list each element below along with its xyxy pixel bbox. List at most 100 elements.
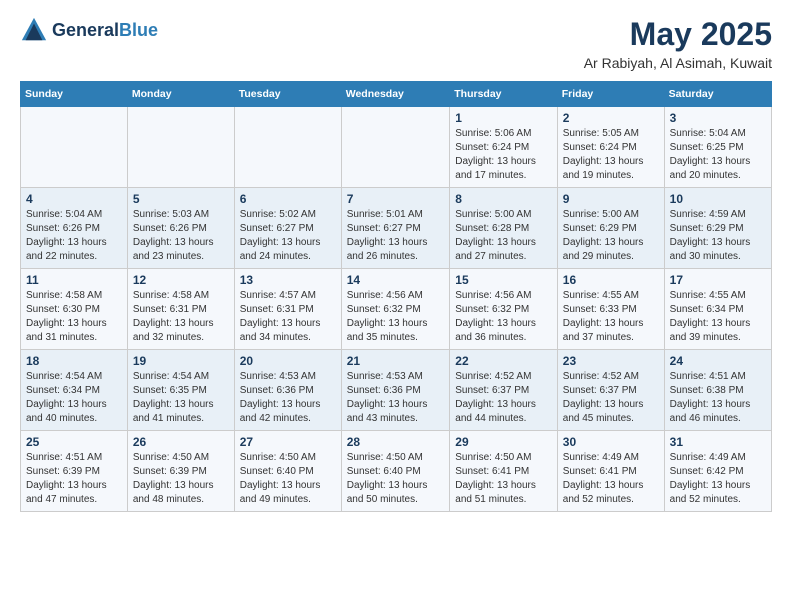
calendar-cell: 10Sunrise: 4:59 AMSunset: 6:29 PMDayligh… xyxy=(664,188,771,269)
day-number: 2 xyxy=(563,111,659,125)
day-number: 21 xyxy=(347,354,445,368)
day-detail: Sunrise: 4:54 AMSunset: 6:34 PMDaylight:… xyxy=(26,370,122,426)
logo-icon xyxy=(20,16,48,44)
weekday-tuesday: Tuesday xyxy=(234,82,341,107)
day-number: 22 xyxy=(455,354,552,368)
title-block: May 2025 Ar Rabiyah, Al Asimah, Kuwait xyxy=(584,16,772,71)
calendar-cell xyxy=(234,107,341,188)
calendar-cell: 15 Sunrise: 4:56 AMSunset: 6:32 PMDayligh… xyxy=(450,269,558,350)
day-detail: Sunrise: 4:52 AMSunset: 6:37 PMDaylight:… xyxy=(563,370,659,426)
day-detail: Sunrise: 5:06 AMSunset: 6:24 PMDaylight:… xyxy=(455,127,552,183)
calendar-cell: 1 Sunrise: 5:06 AMSunset: 6:24 PMDaylight… xyxy=(450,107,558,188)
weekday-monday: Monday xyxy=(127,82,234,107)
day-detail: Sunrise: 4:56 AMSunset: 6:32 PMDaylight:… xyxy=(455,289,552,345)
weekday-header-row: SundayMondayTuesdayWednesdayThursdayFrid… xyxy=(21,82,772,107)
calendar-cell: 17 Sunrise: 4:55 AMSunset: 6:34 PMDayligh… xyxy=(664,269,771,350)
day-detail: Sunrise: 4:50 AMSunset: 6:40 PMDaylight:… xyxy=(240,451,336,507)
day-detail: Sunrise: 4:58 AMSunset: 6:31 PMDaylight:… xyxy=(133,289,229,345)
calendar-cell: 25Sunrise: 4:51 AMSunset: 6:39 PMDayligh… xyxy=(21,431,128,512)
calendar-cell: 22 Sunrise: 4:52 AMSunset: 6:37 PMDayligh… xyxy=(450,350,558,431)
calendar-week-4: 18 Sunrise: 4:54 AMSunset: 6:34 PMDayligh… xyxy=(21,350,772,431)
calendar-cell: 14Sunrise: 4:56 AMSunset: 6:32 PMDayligh… xyxy=(341,269,450,350)
day-number: 15 xyxy=(455,273,552,287)
day-number: 5 xyxy=(133,192,229,206)
day-detail: Sunrise: 5:04 AMSunset: 6:26 PMDaylight:… xyxy=(26,208,122,264)
day-number: 28 xyxy=(347,435,445,449)
day-detail: Sunrise: 5:04 AMSunset: 6:25 PMDaylight:… xyxy=(670,127,766,183)
weekday-saturday: Saturday xyxy=(664,82,771,107)
day-number: 30 xyxy=(563,435,659,449)
day-detail: Sunrise: 4:52 AMSunset: 6:37 PMDaylight:… xyxy=(455,370,552,426)
calendar-cell: 7 Sunrise: 5:01 AMSunset: 6:27 PMDaylight… xyxy=(341,188,450,269)
day-number: 20 xyxy=(240,354,336,368)
calendar-table: SundayMondayTuesdayWednesdayThursdayFrid… xyxy=(20,81,772,512)
day-number: 17 xyxy=(670,273,766,287)
calendar-cell: 5 Sunrise: 5:03 AMSunset: 6:26 PMDaylight… xyxy=(127,188,234,269)
day-number: 23 xyxy=(563,354,659,368)
day-detail: Sunrise: 4:50 AMSunset: 6:41 PMDaylight:… xyxy=(455,451,552,507)
calendar-cell: 28 Sunrise: 4:50 AMSunset: 6:40 PMDayligh… xyxy=(341,431,450,512)
day-detail: Sunrise: 4:56 AMSunset: 6:32 PMDaylight:… xyxy=(347,289,445,345)
calendar-cell: 3 Sunrise: 5:04 AMSunset: 6:25 PMDaylight… xyxy=(664,107,771,188)
calendar-cell: 4Sunrise: 5:04 AMSunset: 6:26 PMDaylight… xyxy=(21,188,128,269)
calendar-cell: 29 Sunrise: 4:50 AMSunset: 6:41 PMDayligh… xyxy=(450,431,558,512)
day-number: 3 xyxy=(670,111,766,125)
day-detail: Sunrise: 4:57 AMSunset: 6:31 PMDaylight:… xyxy=(240,289,336,345)
day-number: 6 xyxy=(240,192,336,206)
calendar-cell: 18 Sunrise: 4:54 AMSunset: 6:34 PMDayligh… xyxy=(21,350,128,431)
calendar-cell xyxy=(341,107,450,188)
calendar-cell: 31 Sunrise: 4:49 AMSunset: 6:42 PMDayligh… xyxy=(664,431,771,512)
calendar-cell: 13 Sunrise: 4:57 AMSunset: 6:31 PMDayligh… xyxy=(234,269,341,350)
day-detail: Sunrise: 4:49 AMSunset: 6:41 PMDaylight:… xyxy=(563,451,659,507)
day-number: 24 xyxy=(670,354,766,368)
calendar-week-1: 1 Sunrise: 5:06 AMSunset: 6:24 PMDaylight… xyxy=(21,107,772,188)
day-detail: Sunrise: 4:55 AMSunset: 6:33 PMDaylight:… xyxy=(563,289,659,345)
day-detail: Sunrise: 4:51 AMSunset: 6:39 PMDaylight:… xyxy=(26,451,122,507)
day-detail: Sunrise: 5:03 AMSunset: 6:26 PMDaylight:… xyxy=(133,208,229,264)
calendar-body: 1 Sunrise: 5:06 AMSunset: 6:24 PMDaylight… xyxy=(21,107,772,512)
day-detail: Sunrise: 4:53 AMSunset: 6:36 PMDaylight:… xyxy=(240,370,336,426)
calendar-cell: 2 Sunrise: 5:05 AMSunset: 6:24 PMDaylight… xyxy=(557,107,664,188)
day-detail: Sunrise: 4:58 AMSunset: 6:30 PMDaylight:… xyxy=(26,289,122,345)
weekday-wednesday: Wednesday xyxy=(341,82,450,107)
weekday-sunday: Sunday xyxy=(21,82,128,107)
day-detail: Sunrise: 5:05 AMSunset: 6:24 PMDaylight:… xyxy=(563,127,659,183)
day-number: 12 xyxy=(133,273,229,287)
day-detail: Sunrise: 4:53 AMSunset: 6:36 PMDaylight:… xyxy=(347,370,445,426)
day-number: 29 xyxy=(455,435,552,449)
day-number: 31 xyxy=(670,435,766,449)
calendar-cell xyxy=(21,107,128,188)
day-number: 26 xyxy=(133,435,229,449)
calendar-cell: 11Sunrise: 4:58 AMSunset: 6:30 PMDayligh… xyxy=(21,269,128,350)
day-detail: Sunrise: 5:00 AMSunset: 6:29 PMDaylight:… xyxy=(563,208,659,264)
day-detail: Sunrise: 4:51 AMSunset: 6:38 PMDaylight:… xyxy=(670,370,766,426)
logo-text-general: General xyxy=(52,20,119,40)
day-number: 9 xyxy=(563,192,659,206)
day-number: 18 xyxy=(26,354,122,368)
calendar-cell: 27Sunrise: 4:50 AMSunset: 6:40 PMDayligh… xyxy=(234,431,341,512)
day-number: 7 xyxy=(347,192,445,206)
day-detail: Sunrise: 4:49 AMSunset: 6:42 PMDaylight:… xyxy=(670,451,766,507)
calendar-cell: 12 Sunrise: 4:58 AMSunset: 6:31 PMDayligh… xyxy=(127,269,234,350)
calendar-cell: 26 Sunrise: 4:50 AMSunset: 6:39 PMDayligh… xyxy=(127,431,234,512)
day-number: 13 xyxy=(240,273,336,287)
weekday-friday: Friday xyxy=(557,82,664,107)
calendar-cell: 16 Sunrise: 4:55 AMSunset: 6:33 PMDayligh… xyxy=(557,269,664,350)
month-title: May 2025 xyxy=(584,16,772,53)
day-detail: Sunrise: 4:55 AMSunset: 6:34 PMDaylight:… xyxy=(670,289,766,345)
page-header: GeneralBlue May 2025 Ar Rabiyah, Al Asim… xyxy=(20,16,772,71)
calendar-cell: 8Sunrise: 5:00 AMSunset: 6:28 PMDaylight… xyxy=(450,188,558,269)
calendar-cell: 21 Sunrise: 4:53 AMSunset: 6:36 PMDayligh… xyxy=(341,350,450,431)
logo-text-blue: Blue xyxy=(119,20,158,40)
day-number: 16 xyxy=(563,273,659,287)
calendar-cell: 23 Sunrise: 4:52 AMSunset: 6:37 PMDayligh… xyxy=(557,350,664,431)
day-detail: Sunrise: 4:50 AMSunset: 6:40 PMDaylight:… xyxy=(347,451,445,507)
day-number: 1 xyxy=(455,111,552,125)
calendar-week-3: 11Sunrise: 4:58 AMSunset: 6:30 PMDayligh… xyxy=(21,269,772,350)
day-number: 10 xyxy=(670,192,766,206)
day-number: 8 xyxy=(455,192,552,206)
calendar-cell: 30 Sunrise: 4:49 AMSunset: 6:41 PMDayligh… xyxy=(557,431,664,512)
day-detail: Sunrise: 5:01 AMSunset: 6:27 PMDaylight:… xyxy=(347,208,445,264)
calendar-cell: 6Sunrise: 5:02 AMSunset: 6:27 PMDaylight… xyxy=(234,188,341,269)
day-detail: Sunrise: 4:50 AMSunset: 6:39 PMDaylight:… xyxy=(133,451,229,507)
